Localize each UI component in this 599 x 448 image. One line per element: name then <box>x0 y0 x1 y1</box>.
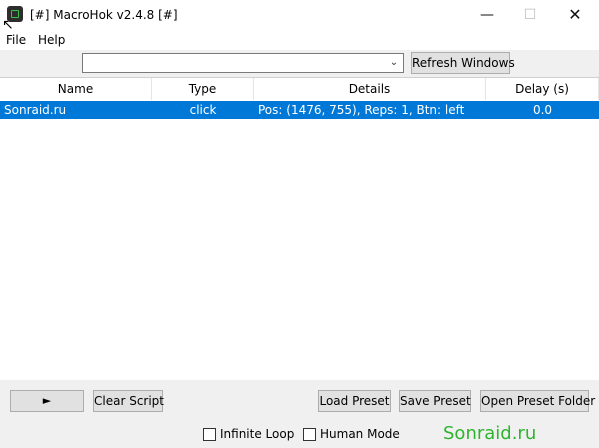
human-mode-checkbox[interactable] <box>303 428 316 441</box>
infinite-loop-label[interactable]: Infinite Loop <box>220 427 294 442</box>
row-type: click <box>189 103 217 117</box>
watermark-text: Sonraid.ru <box>443 423 537 444</box>
maximize-button[interactable]: ☐ <box>507 0 553 30</box>
open-preset-folder-button[interactable]: Open Preset Folder <box>480 390 595 412</box>
infinite-loop-checkbox[interactable] <box>203 428 216 441</box>
row-delay: 0.0 <box>532 103 553 117</box>
row-name: Sonraid.ru <box>4 103 67 117</box>
column-header-details[interactable]: Details <box>254 78 486 100</box>
human-mode-label[interactable]: Human Mode <box>320 427 400 442</box>
chevron-down-icon[interactable]: ⌄ <box>387 54 401 72</box>
column-header-name[interactable]: Name <box>0 78 152 100</box>
window-select-dropdown[interactable]: ⌄ <box>82 53 404 73</box>
menu-bar: File Help <box>0 30 599 50</box>
minimize-button[interactable]: — <box>464 0 510 30</box>
refresh-windows-button[interactable]: Refresh Windows <box>411 52 515 74</box>
close-button[interactable]: ✕ <box>552 0 598 30</box>
play-button[interactable]: ► <box>10 390 84 412</box>
save-preset-button[interactable]: Save Preset <box>399 390 471 412</box>
title-bar: [#] MacroHok v2.4.8 [#] — ☐ ✕ <box>0 0 599 30</box>
clear-script-button[interactable]: Clear Script <box>93 390 164 412</box>
column-header-delay[interactable]: Delay (s) <box>486 78 599 100</box>
list-header: Name Type Details Delay (s) <box>0 78 599 100</box>
menu-help[interactable]: Help <box>38 33 65 47</box>
menu-file[interactable]: File <box>6 33 26 47</box>
column-header-type[interactable]: Type <box>152 78 254 100</box>
window-title: [#] MacroHok v2.4.8 [#] <box>30 8 178 22</box>
table-row[interactable]: Sonraid.ru click Pos: (1476, 755), Reps:… <box>0 101 599 119</box>
load-preset-button[interactable]: Load Preset <box>318 390 391 412</box>
row-details: Pos: (1476, 755), Reps: 1, Btn: left <box>258 103 465 117</box>
script-list[interactable]: Name Type Details Delay (s) Sonraid.ru c… <box>0 77 599 380</box>
